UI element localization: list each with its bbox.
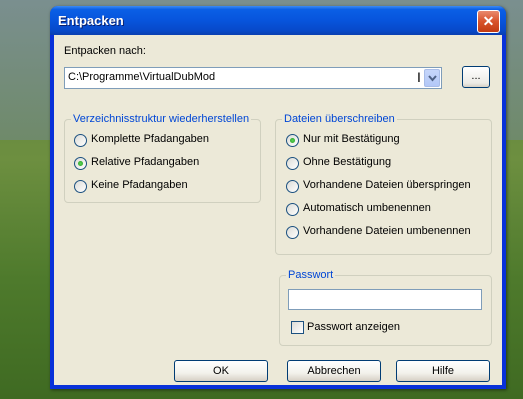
radio-circle-selected <box>74 157 87 170</box>
radio-circle <box>286 180 299 193</box>
show-password-label: Passwort anzeigen <box>307 321 400 333</box>
password-input[interactable] <box>288 289 482 310</box>
title-bar[interactable]: Entpacken ✕ <box>50 6 506 35</box>
close-icon: ✕ <box>482 13 495 29</box>
radio-circle <box>286 226 299 239</box>
extract-dialog: Entpacken ✕ Entpacken nach: C:\Programme… <box>50 6 506 389</box>
extract-path-value[interactable]: C:\Programme\VirtualDubMod <box>68 71 215 83</box>
overwrite-group: Dateien überschreiben Nur mit Bestätigun… <box>275 113 492 255</box>
radio-label: Vorhandene Dateien überspringen <box>303 179 471 191</box>
radio-label: Keine Pfadangaben <box>91 179 188 191</box>
help-button[interactable]: Hilfe <box>396 360 490 382</box>
cancel-button[interactable]: Abbrechen <box>287 360 381 382</box>
folder-structure-title: Verzeichnisstruktur wiederherstellen <box>71 113 252 125</box>
chevron-down-icon <box>428 75 437 82</box>
radio-label: Automatisch umbenennen <box>303 202 431 214</box>
browse-button[interactable]: ... <box>462 66 490 88</box>
radio-circle <box>286 203 299 216</box>
password-title: Passwort <box>286 269 336 281</box>
checkbox-box <box>291 321 304 334</box>
radio-circle-selected <box>286 134 299 147</box>
extract-to-label: Entpacken nach: <box>64 45 146 57</box>
ok-button[interactable]: OK <box>174 360 268 382</box>
overwrite-title: Dateien überschreiben <box>282 113 397 125</box>
password-group: Passwort <box>279 269 492 346</box>
radio-circle <box>74 134 87 147</box>
radio-circle <box>74 180 87 193</box>
window-title: Entpacken <box>58 13 124 28</box>
extract-path-combobox[interactable]: C:\Programme\VirtualDubMod I <box>64 67 442 89</box>
radio-label: Ohne Bestätigung <box>303 156 392 168</box>
radio-dot <box>290 138 295 143</box>
close-button[interactable]: ✕ <box>477 10 500 33</box>
radio-label: Komplette Pfadangaben <box>91 133 210 145</box>
dropdown-button[interactable] <box>424 69 440 87</box>
radio-circle <box>286 157 299 170</box>
radio-label: Nur mit Bestätigung <box>303 133 400 145</box>
dialog-body: Entpacken nach: C:\Programme\VirtualDubM… <box>54 35 502 385</box>
radio-dot <box>78 161 83 166</box>
radio-label: Relative Pfadangaben <box>91 156 200 168</box>
radio-label: Vorhandene Dateien umbenennen <box>303 225 471 237</box>
folder-structure-group: Verzeichnisstruktur wiederherstellen Kom… <box>64 113 261 203</box>
